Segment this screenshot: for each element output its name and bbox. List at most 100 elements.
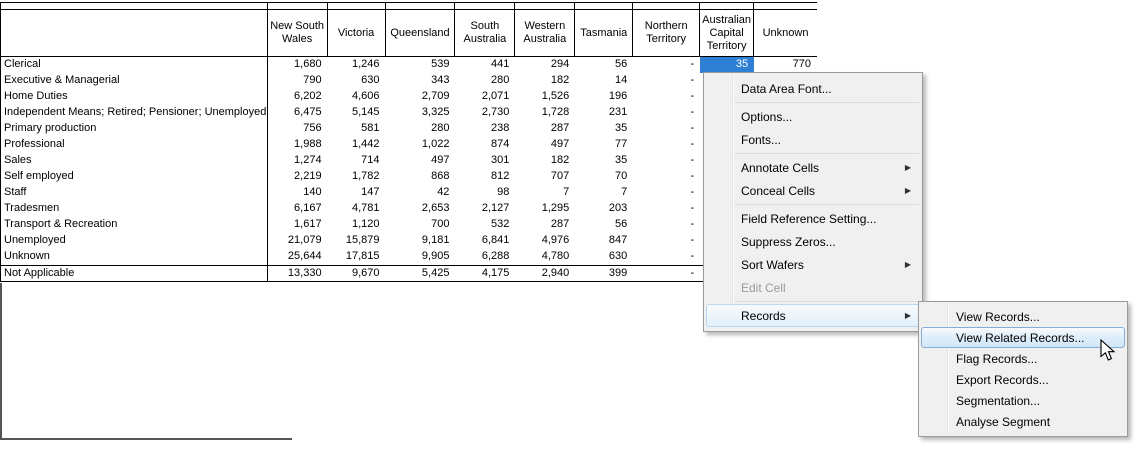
- table-cell[interactable]: 497: [515, 137, 575, 153]
- table-cell[interactable]: 35: [575, 153, 633, 169]
- table-cell[interactable]: 4,781: [328, 201, 386, 217]
- table-cell[interactable]: 13,330: [268, 266, 328, 281]
- table-cell[interactable]: 6,202: [268, 89, 328, 105]
- table-cell[interactable]: 231: [575, 105, 633, 121]
- table-cell[interactable]: -: [633, 73, 700, 89]
- table-cell[interactable]: 2,653: [386, 201, 456, 217]
- table-cell[interactable]: -: [633, 249, 700, 265]
- table-cell[interactable]: 1,246: [328, 57, 386, 73]
- menu-item-suppress-zeros[interactable]: Suppress Zeros...: [706, 230, 920, 253]
- table-cell[interactable]: 287: [515, 121, 575, 137]
- table-cell[interactable]: 56: [575, 57, 633, 73]
- submenu-item-analyse-segment[interactable]: Analyse Segment: [921, 411, 1125, 432]
- table-cell[interactable]: 399: [575, 266, 633, 281]
- column-header-unknown[interactable]: Unknown: [754, 10, 817, 56]
- row-label[interactable]: Executive & Managerial: [1, 73, 268, 89]
- table-cell[interactable]: 532: [455, 217, 515, 233]
- table-cell[interactable]: 182: [515, 73, 575, 89]
- table-cell[interactable]: 2,940: [515, 266, 575, 281]
- row-label[interactable]: Sales: [1, 153, 268, 169]
- table-cell[interactable]: 5,145: [328, 105, 386, 121]
- table-cell[interactable]: 700: [386, 217, 456, 233]
- table-cell[interactable]: 3,325: [386, 105, 456, 121]
- table-cell[interactable]: 238: [455, 121, 515, 137]
- menu-item-data-area-font[interactable]: Data Area Font...: [706, 77, 920, 100]
- table-cell[interactable]: 9,181: [386, 233, 456, 249]
- table-cell[interactable]: -: [633, 137, 700, 153]
- table-cell[interactable]: -: [633, 121, 700, 137]
- table-cell[interactable]: -: [633, 266, 700, 281]
- table-cell[interactable]: -: [633, 217, 700, 233]
- menu-item-records[interactable]: Records▶: [706, 304, 920, 327]
- submenu-item-flag-records[interactable]: Flag Records...: [921, 348, 1125, 369]
- column-header-queensland[interactable]: Queensland: [386, 10, 456, 56]
- table-cell[interactable]: 6,475: [268, 105, 328, 121]
- table-cell[interactable]: -: [633, 105, 700, 121]
- table-cell[interactable]: 6,288: [455, 249, 515, 265]
- table-cell[interactable]: 5,425: [386, 266, 456, 281]
- column-header-tasmania[interactable]: Tasmania: [575, 10, 633, 56]
- table-cell[interactable]: 77: [575, 137, 633, 153]
- row-label[interactable]: Primary production: [1, 121, 268, 137]
- table-cell[interactable]: 294: [515, 57, 575, 73]
- table-cell[interactable]: 539: [386, 57, 456, 73]
- column-header-australian-capital-territory[interactable]: Australian Capital Territory: [700, 10, 754, 56]
- table-cell[interactable]: 21,079: [268, 233, 328, 249]
- table-cell[interactable]: 1,988: [268, 137, 328, 153]
- table-cell[interactable]: 35: [575, 121, 633, 137]
- row-label[interactable]: Not Applicable: [1, 266, 268, 281]
- menu-item-annotate-cells[interactable]: Annotate Cells▶: [706, 156, 920, 179]
- table-cell[interactable]: -: [633, 185, 700, 201]
- table-cell[interactable]: 1,120: [328, 217, 386, 233]
- table-cell[interactable]: 98: [455, 185, 515, 201]
- table-cell[interactable]: 203: [575, 201, 633, 217]
- submenu-item-view-records[interactable]: View Records...: [921, 306, 1125, 327]
- table-cell[interactable]: 9,905: [386, 249, 456, 265]
- table-cell[interactable]: 70: [575, 169, 633, 185]
- table-cell[interactable]: 280: [386, 121, 456, 137]
- table-cell[interactable]: 140: [268, 185, 328, 201]
- table-cell[interactable]: 770: [754, 57, 817, 73]
- table-cell[interactable]: 56: [575, 217, 633, 233]
- table-cell[interactable]: 196: [575, 89, 633, 105]
- table-cell[interactable]: 182: [515, 153, 575, 169]
- table-cell[interactable]: -: [633, 169, 700, 185]
- row-label[interactable]: Unemployed: [1, 233, 268, 249]
- table-cell[interactable]: 630: [575, 249, 633, 265]
- table-cell[interactable]: 581: [328, 121, 386, 137]
- table-cell[interactable]: 1,295: [515, 201, 575, 217]
- table-cell[interactable]: 15,879: [328, 233, 386, 249]
- table-cell[interactable]: 14: [575, 73, 633, 89]
- table-cell[interactable]: 9,670: [328, 266, 386, 281]
- table-cell[interactable]: 42: [386, 185, 456, 201]
- table-cell[interactable]: 4,175: [455, 266, 515, 281]
- row-label[interactable]: Clerical: [1, 57, 268, 73]
- table-cell[interactable]: 497: [386, 153, 456, 169]
- column-header-south-australia[interactable]: South Australia: [455, 10, 515, 56]
- menu-item-fonts[interactable]: Fonts...: [706, 128, 920, 151]
- row-label[interactable]: Tradesmen: [1, 201, 268, 217]
- menu-item-conceal-cells[interactable]: Conceal Cells▶: [706, 179, 920, 202]
- row-label[interactable]: Independent Means; Retired; Pensioner; U…: [1, 105, 268, 121]
- table-cell[interactable]: 2,219: [268, 169, 328, 185]
- column-header-new-south-wales[interactable]: New South Wales: [268, 10, 328, 56]
- column-header-victoria[interactable]: Victoria: [328, 10, 386, 56]
- menu-item-field-reference-setting[interactable]: Field Reference Setting...: [706, 207, 920, 230]
- table-cell[interactable]: 441: [455, 57, 515, 73]
- table-cell[interactable]: 280: [455, 73, 515, 89]
- table-cell[interactable]: 1,526: [515, 89, 575, 105]
- table-cell[interactable]: 343: [386, 73, 456, 89]
- table-cell[interactable]: 1,617: [268, 217, 328, 233]
- table-cell[interactable]: 2,730: [455, 105, 515, 121]
- table-cell[interactable]: 756: [268, 121, 328, 137]
- table-cell[interactable]: -: [633, 153, 700, 169]
- table-cell[interactable]: 2,127: [455, 201, 515, 217]
- table-cell[interactable]: 874: [455, 137, 515, 153]
- row-label[interactable]: Unknown: [1, 249, 268, 265]
- menu-item-options[interactable]: Options...: [706, 105, 920, 128]
- table-cell[interactable]: 1,274: [268, 153, 328, 169]
- table-cell[interactable]: 6,167: [268, 201, 328, 217]
- table-cell[interactable]: -: [633, 201, 700, 217]
- table-cell[interactable]: 301: [455, 153, 515, 169]
- submenu-item-segmentation[interactable]: Segmentation...: [921, 390, 1125, 411]
